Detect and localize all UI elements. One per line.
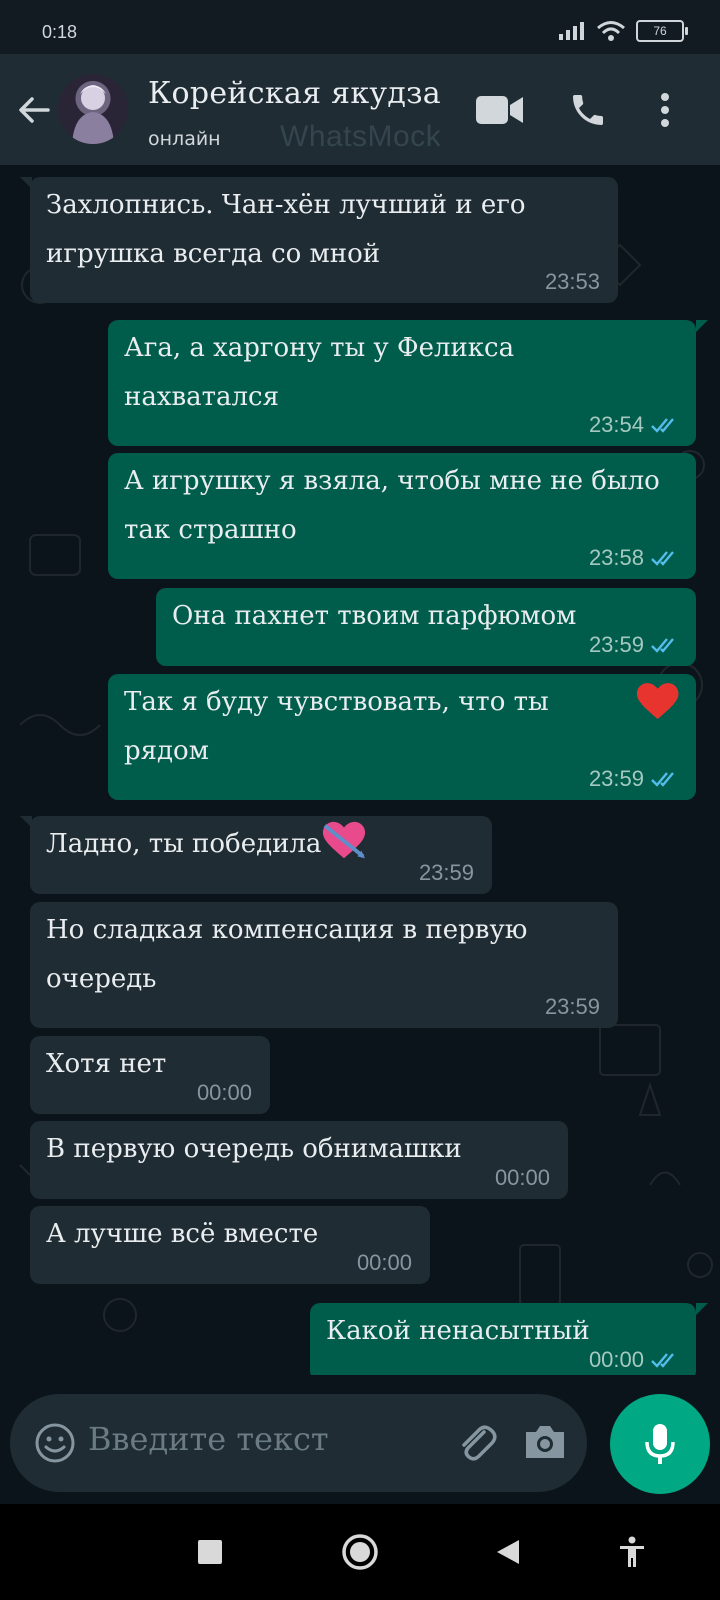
message-meta: 00:00	[589, 1347, 678, 1373]
message-line: Ага, а харгону ты у Феликса	[124, 333, 515, 363]
message-input-bar[interactable]: Введите текст	[10, 1394, 587, 1492]
message-line: Так я буду чувствовать, что ты рядом	[124, 687, 549, 766]
message-line: А игрушку я взяла, чтобы мне не было	[124, 466, 660, 496]
wifi-icon	[597, 21, 625, 41]
message-line: В первую очередь обнимашки	[46, 1134, 462, 1164]
avatar-image	[72, 85, 114, 144]
double-check-icon	[651, 772, 674, 787]
watermark: WhatsMock	[280, 120, 442, 153]
recents-button[interactable]	[188, 1530, 232, 1574]
chat-area[interactable]: Захлопнись. Чан-хён лучший и его игрушка…	[0, 165, 720, 1375]
double-check-icon	[651, 1353, 674, 1368]
heart-with-arrow-icon	[323, 821, 366, 859]
back-nav-button[interactable]	[486, 1530, 530, 1574]
message-meta: 00:00	[197, 1080, 252, 1106]
message-time: 00:00	[356, 1250, 412, 1275]
message-time: 23:59	[588, 632, 644, 657]
message-time: 23:54	[588, 412, 644, 437]
double-check-icon	[651, 638, 674, 653]
arrow-left-icon	[19, 97, 50, 123]
message-line: Ладно, ты победила	[46, 829, 322, 859]
double-check-icon	[651, 418, 674, 433]
message-outgoing[interactable]: Так я буду чувствовать, что ты рядом 23:…	[108, 674, 696, 800]
message-outgoing[interactable]: Какой ненасытный 00:00	[310, 1303, 708, 1375]
red-heart-icon	[636, 683, 679, 720]
message-meta: 23:59	[589, 632, 678, 658]
message-meta: 00:00	[495, 1165, 550, 1191]
message-text: Ладно, ты победила	[46, 820, 476, 869]
message-outgoing[interactable]: А игрушку я взяла, чтобы мне не было так…	[108, 453, 696, 579]
message-time: 23:53	[544, 269, 600, 294]
message-text: Захлопнись. Чан-хён лучший и его игрушка…	[46, 181, 602, 279]
camera-icon[interactable]	[522, 1422, 568, 1462]
message-outgoing[interactable]: Ага, а харгону ты у Феликса нахватался 2…	[108, 320, 708, 446]
status-time: 0:18	[42, 22, 78, 42]
mic-button[interactable]	[610, 1394, 710, 1494]
message-incoming[interactable]: Захлопнись. Чан-хён лучший и его игрушка…	[20, 177, 618, 303]
message-meta: 23:54	[589, 412, 678, 438]
message-meta: 23:59	[545, 994, 600, 1020]
accessibility-icon	[620, 1536, 644, 1567]
voice-call-button[interactable]	[564, 88, 612, 132]
message-text: В первую очередь обнимашки	[46, 1125, 552, 1174]
contact-name[interactable]: Корейская якудза	[148, 76, 441, 111]
message-line: очередь	[46, 964, 157, 994]
status-icons: 76	[558, 20, 688, 42]
mic-icon	[645, 1424, 675, 1464]
message-incoming[interactable]: А лучше всё вместе 00:00	[30, 1206, 430, 1284]
accessibility-button[interactable]	[610, 1530, 654, 1574]
home-icon	[342, 1534, 378, 1570]
message-meta: 00:00	[357, 1250, 412, 1276]
message-incoming[interactable]: В первую очередь обнимашки 00:00	[30, 1121, 568, 1199]
home-button[interactable]	[338, 1530, 382, 1574]
message-time: 23:58	[588, 545, 644, 570]
message-meta: 23:59	[589, 766, 678, 792]
message-meta: 23:53	[545, 269, 600, 295]
message-input[interactable]: Введите текст	[88, 1420, 329, 1458]
message-time: 00:00	[588, 1347, 644, 1372]
recents-icon	[198, 1540, 222, 1564]
message-incoming[interactable]: Но сладкая компенсация в первую очередь …	[30, 902, 618, 1028]
signal-icon	[559, 22, 584, 40]
message-text: Так я буду чувствовать, что ты рядом	[124, 678, 680, 776]
video-call-icon	[476, 96, 523, 124]
double-check-icon	[651, 551, 674, 566]
message-incoming[interactable]: Ладно, ты победила 23:59	[20, 816, 492, 894]
system-nav-bar	[0, 1504, 720, 1600]
message-time: 00:00	[494, 1165, 550, 1190]
message-time: 23:59	[418, 860, 474, 885]
message-meta: 23:59	[419, 860, 474, 886]
chat-header: Корейская якудза онлайн WhatsMock	[0, 54, 720, 165]
back-icon	[497, 1540, 519, 1564]
message-text: Ага, а харгону ты у Феликса нахватался	[124, 324, 680, 422]
message-time: 23:59	[544, 994, 600, 1019]
message-line: Захлопнись. Чан-хён лучший и его	[46, 190, 526, 220]
status-bar: 0:18 76	[0, 0, 720, 54]
message-time: 00:00	[196, 1080, 252, 1105]
battery-indicator: 76	[636, 20, 688, 42]
message-outgoing[interactable]: Она пахнет твоим парфюмом 23:59	[156, 588, 696, 666]
message-line: игрушка всегда со мной	[46, 239, 381, 269]
phone-icon	[573, 95, 603, 125]
back-button[interactable]	[14, 90, 54, 130]
message-text: Но сладкая компенсация в первую очередь	[46, 906, 602, 1004]
emoji-icon[interactable]	[34, 1422, 76, 1464]
contact-status: онлайн	[148, 128, 221, 150]
message-time: 23:59	[588, 766, 644, 791]
more-vert-icon	[661, 93, 669, 127]
message-incoming[interactable]: Хотя нет 00:00	[30, 1036, 270, 1114]
message-line: Но сладкая компенсация в первую	[46, 915, 528, 945]
avatar[interactable]	[58, 74, 128, 144]
attach-icon[interactable]	[454, 1420, 500, 1466]
video-call-button[interactable]	[476, 88, 524, 132]
message-text: А игрушку я взяла, чтобы мне не было так…	[124, 457, 680, 555]
message-meta: 23:58	[589, 545, 678, 571]
more-options-button[interactable]	[650, 88, 680, 132]
